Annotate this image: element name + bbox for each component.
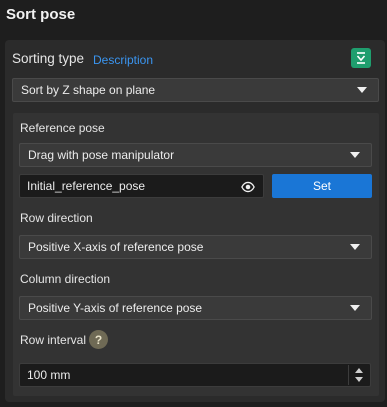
chevron-down-icon xyxy=(350,244,360,250)
reference-pose-method-value: Drag with pose manipulator xyxy=(28,148,175,162)
row-direction-select[interactable]: Positive X-axis of reference pose xyxy=(19,235,372,259)
row-direction-label: Row direction xyxy=(20,211,93,225)
chevron-down-icon xyxy=(350,152,360,158)
sorting-type-label: Sorting type xyxy=(12,51,85,66)
generate-icon[interactable] xyxy=(351,48,371,68)
column-direction-select[interactable]: Positive Y-axis of reference pose xyxy=(19,296,372,320)
description-link[interactable]: Description xyxy=(93,53,153,67)
increment-arrow-icon[interactable] xyxy=(355,368,363,373)
reference-pose-name-value: Initial_reference_pose xyxy=(27,179,146,193)
chevron-down-icon xyxy=(350,305,360,311)
set-button[interactable]: Set xyxy=(272,174,372,198)
reference-pose-method-select[interactable]: Drag with pose manipulator xyxy=(19,143,372,167)
decrement-arrow-icon[interactable] xyxy=(355,377,363,382)
sorting-type-select[interactable]: Sort by Z shape on plane xyxy=(12,78,379,102)
column-direction-label: Column direction xyxy=(20,272,111,286)
spinbox-stepper[interactable] xyxy=(348,365,369,385)
panel-title: Sort pose xyxy=(6,6,76,23)
chevron-down-icon xyxy=(357,87,367,93)
row-direction-value: Positive X-axis of reference pose xyxy=(28,240,204,254)
row-interval-label: Row interval xyxy=(20,333,87,347)
reference-pose-label: Reference pose xyxy=(20,121,105,135)
row-interval-value: 100 mm xyxy=(27,368,71,382)
column-direction-value: Positive Y-axis of reference pose xyxy=(28,301,203,315)
help-icon[interactable]: ? xyxy=(89,330,108,349)
eye-icon[interactable] xyxy=(241,180,255,194)
sorting-type-value: Sort by Z shape on plane xyxy=(21,83,156,97)
reference-pose-name-field[interactable]: Initial_reference_pose xyxy=(19,174,264,198)
row-interval-input[interactable]: 100 mm xyxy=(19,363,371,387)
